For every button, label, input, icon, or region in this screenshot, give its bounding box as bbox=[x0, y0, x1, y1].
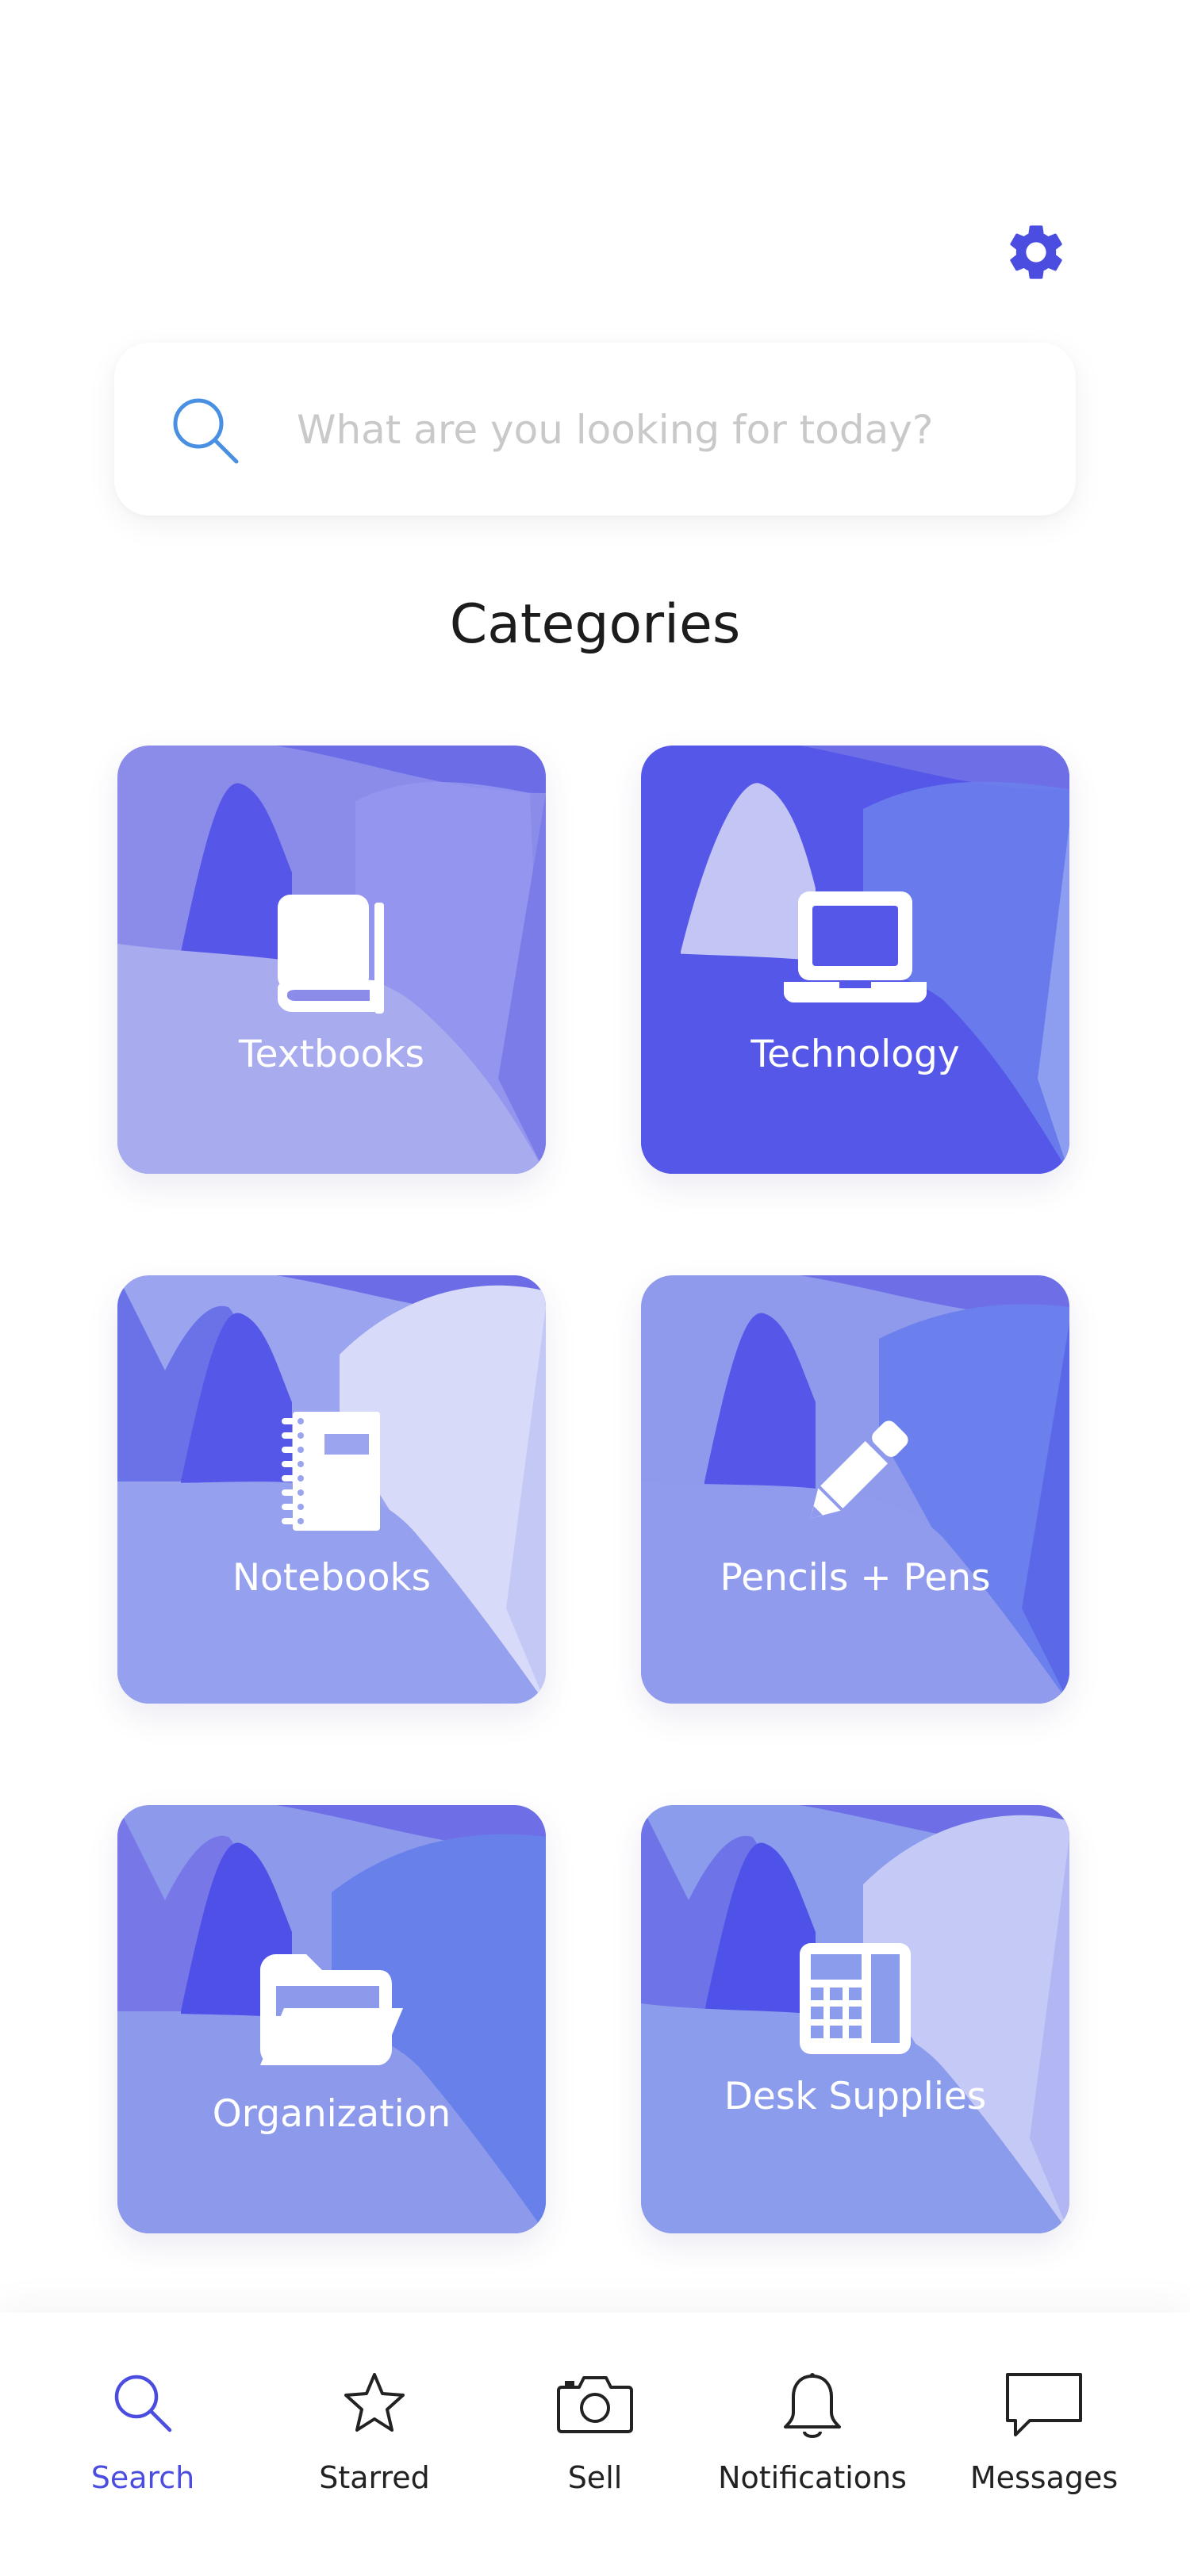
search-bar[interactable] bbox=[114, 343, 1076, 516]
star-icon bbox=[344, 2373, 405, 2432]
calculator-icon bbox=[800, 1943, 911, 2054]
category-label: Textbooks bbox=[238, 1033, 425, 1076]
tab-notifications[interactable]: Notifications bbox=[693, 2371, 931, 2530]
bottom-tab-bar: Search Starred Sell Notifications Messag… bbox=[0, 2313, 1190, 2576]
tab-messages[interactable]: Messages bbox=[925, 2371, 1163, 2530]
settings-button[interactable] bbox=[1003, 219, 1069, 286]
category-card-pencils-pens[interactable]: Pencils + Pens bbox=[641, 1275, 1069, 1704]
tab-label: Sell bbox=[567, 2460, 623, 2495]
category-card-desk-supplies[interactable]: Desk Supplies bbox=[641, 1805, 1069, 2233]
category-card-technology[interactable]: Technology bbox=[641, 746, 1069, 1174]
tab-starred[interactable]: Starred bbox=[255, 2371, 493, 2530]
category-card-textbooks[interactable]: Textbooks bbox=[117, 746, 546, 1174]
gear-icon bbox=[1010, 225, 1062, 279]
category-label: Pencils + Pens bbox=[720, 1556, 991, 1600]
category-label: Notebooks bbox=[232, 1556, 432, 1600]
search-icon bbox=[173, 398, 239, 464]
tab-label: Starred bbox=[319, 2460, 430, 2495]
tab-sell[interactable]: Sell bbox=[476, 2371, 714, 2530]
category-card-notebooks[interactable]: Notebooks bbox=[117, 1275, 546, 1704]
tab-label: Messages bbox=[969, 2460, 1119, 2495]
tab-search[interactable]: Search bbox=[24, 2371, 262, 2530]
tab-label: Search bbox=[90, 2460, 195, 2495]
search-input[interactable] bbox=[297, 382, 1042, 477]
folder-icon bbox=[260, 1954, 403, 2065]
book-icon bbox=[278, 895, 384, 1014]
category-label: Desk Supplies bbox=[724, 2075, 987, 2118]
camera-icon bbox=[557, 2376, 633, 2433]
notebook-icon bbox=[282, 1412, 380, 1531]
message-icon bbox=[1006, 2373, 1082, 2436]
category-label: Technology bbox=[750, 1033, 960, 1076]
tab-label: Notifications bbox=[718, 2460, 907, 2495]
search-icon bbox=[114, 2375, 172, 2432]
page-title: Categories bbox=[449, 593, 741, 656]
category-card-organization[interactable]: Organization bbox=[117, 1805, 546, 2233]
bell-icon bbox=[784, 2373, 841, 2438]
category-label: Organization bbox=[212, 2092, 451, 2136]
pencil-icon bbox=[810, 1420, 908, 1519]
laptop-icon bbox=[784, 891, 927, 1002]
